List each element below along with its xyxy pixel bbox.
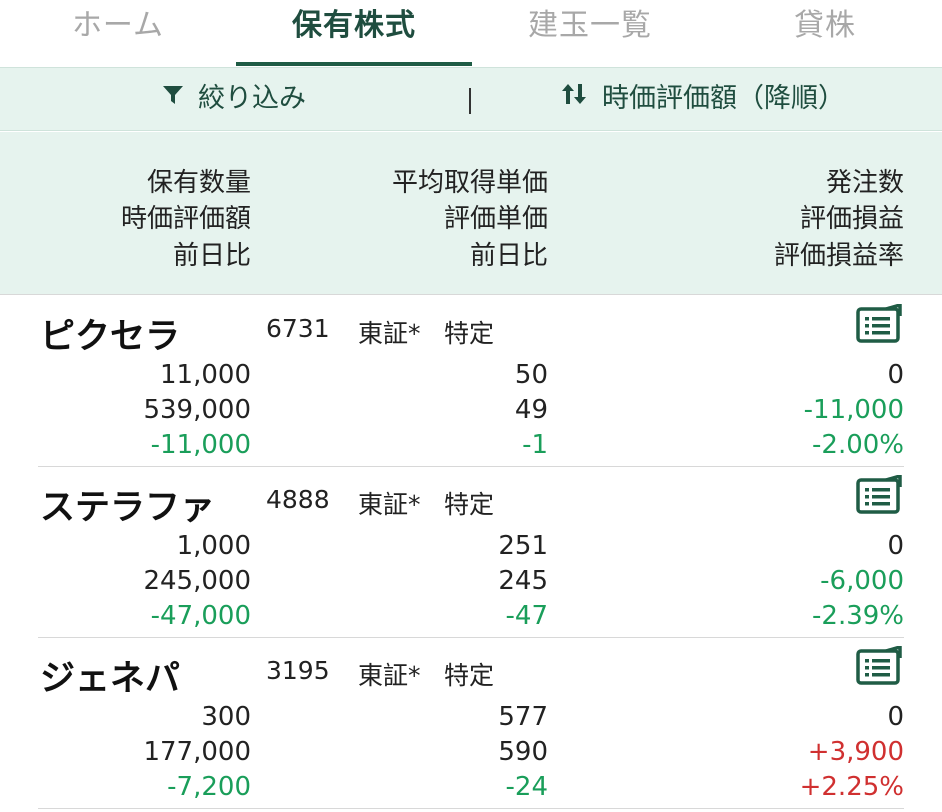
day-change-value: -47,000 bbox=[150, 601, 251, 631]
price-change-value: -1 bbox=[522, 430, 548, 460]
row-divider bbox=[38, 808, 904, 809]
price-change-value: -47 bbox=[505, 601, 548, 631]
market-label: 東証* bbox=[358, 490, 421, 519]
day-change-value: -11,000 bbox=[150, 430, 251, 460]
order-count-value: 0 bbox=[887, 531, 904, 561]
stock-code: 3195 bbox=[266, 656, 330, 685]
header-order-count: 発注数 bbox=[825, 168, 904, 198]
active-tab-indicator bbox=[236, 62, 472, 66]
stock-name: ジェネパ bbox=[40, 659, 181, 699]
pnl-value: -6,000 bbox=[820, 566, 904, 596]
pnl-value: +3,900 bbox=[807, 737, 904, 767]
holding-row[interactable]: ジェネパ 3195 東証* 特定 300 177,000 -7,200 577 … bbox=[0, 638, 942, 809]
avg-price-value: 50 bbox=[514, 360, 548, 390]
stock-code: 4888 bbox=[266, 485, 330, 514]
avg-price-value: 251 bbox=[498, 531, 548, 561]
order-list-icon[interactable] bbox=[856, 302, 902, 344]
sort-label: 時価評価額（降順） bbox=[602, 83, 845, 114]
market-value: 245,000 bbox=[143, 566, 251, 596]
stock-name: ステラファ bbox=[40, 488, 216, 528]
filter-label: 絞り込み bbox=[198, 83, 306, 114]
header-pnl-rate: 評価損益率 bbox=[773, 241, 904, 271]
sort-button[interactable]: 時価評価額（降順） bbox=[560, 68, 845, 131]
sort-arrows-icon bbox=[560, 67, 588, 129]
holding-row[interactable]: ピクセラ 6731 東証* 特定 11,000 539,000 -11,000 … bbox=[0, 296, 942, 467]
quantity-value: 11,000 bbox=[160, 360, 251, 390]
header-price-change: 前日比 bbox=[469, 241, 548, 271]
quantity-value: 1,000 bbox=[176, 531, 251, 561]
filter-button[interactable]: 絞り込み bbox=[162, 68, 306, 131]
market-value: 177,000 bbox=[143, 737, 251, 767]
order-list-icon[interactable] bbox=[856, 644, 902, 686]
market-label: 東証* bbox=[358, 319, 421, 348]
column-header-legend: 保有数量 時価評価額 前日比 平均取得単価 評価単価 前日比 発注数 評価損益 … bbox=[0, 132, 942, 295]
header-avg-price: 平均取得単価 bbox=[391, 168, 548, 198]
account-type: 特定 bbox=[444, 319, 495, 348]
tab-positions[interactable]: 建玉一覧 bbox=[472, 0, 708, 67]
avg-price-value: 577 bbox=[498, 702, 548, 732]
top-tab-bar: ホーム 保有株式 建玉一覧 貸株 bbox=[0, 0, 942, 67]
eval-price-value: 590 bbox=[498, 737, 548, 767]
price-change-value: -24 bbox=[505, 772, 548, 802]
pnl-rate-value: -2.00% bbox=[812, 430, 904, 460]
header-quantity: 保有数量 bbox=[146, 168, 251, 198]
market-value: 539,000 bbox=[143, 395, 251, 425]
header-market-value: 時価評価額 bbox=[120, 204, 251, 234]
filter-sort-toolbar: 絞り込み 時価評価額（降順） bbox=[0, 67, 942, 131]
tab-home[interactable]: ホーム bbox=[0, 0, 236, 67]
tab-holdings[interactable]: 保有株式 bbox=[236, 0, 472, 67]
header-pnl: 評価損益 bbox=[799, 204, 904, 234]
tab-stock-lending[interactable]: 貸株 bbox=[708, 0, 942, 67]
account-type: 特定 bbox=[444, 490, 495, 519]
stock-code: 6731 bbox=[266, 314, 330, 343]
holding-row[interactable]: ステラファ 4888 東証* 特定 1,000 245,000 -47,000 … bbox=[0, 467, 942, 638]
order-count-value: 0 bbox=[887, 702, 904, 732]
order-count-value: 0 bbox=[887, 360, 904, 390]
eval-price-value: 49 bbox=[514, 395, 548, 425]
header-day-change: 前日比 bbox=[172, 241, 251, 271]
pnl-rate-value: +2.25% bbox=[799, 772, 904, 802]
order-list-icon[interactable] bbox=[856, 473, 902, 515]
header-eval-price: 評価単価 bbox=[443, 204, 548, 234]
market-label: 東証* bbox=[358, 661, 421, 690]
quantity-value: 300 bbox=[201, 702, 251, 732]
pnl-value: -11,000 bbox=[803, 395, 904, 425]
stock-name: ピクセラ bbox=[40, 317, 181, 357]
toolbar-divider bbox=[469, 88, 471, 114]
eval-price-value: 245 bbox=[498, 566, 548, 596]
account-type: 特定 bbox=[444, 661, 495, 690]
filter-funnel-icon bbox=[162, 67, 184, 129]
pnl-rate-value: -2.39% bbox=[812, 601, 904, 631]
day-change-value: -7,200 bbox=[167, 772, 251, 802]
